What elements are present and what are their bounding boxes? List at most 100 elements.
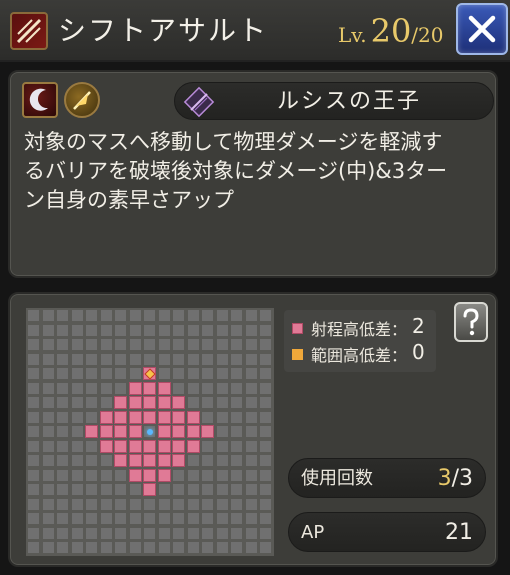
range-cell bbox=[57, 368, 68, 379]
range-cell bbox=[245, 440, 257, 452]
legend-value: 2 bbox=[412, 314, 425, 338]
range-cell bbox=[28, 411, 39, 423]
range-cell bbox=[173, 324, 184, 336]
range-cell bbox=[216, 339, 228, 350]
range-cell bbox=[86, 440, 97, 452]
close-button[interactable] bbox=[456, 3, 508, 55]
range-cell bbox=[42, 411, 54, 423]
range-cell bbox=[202, 484, 213, 495]
range-cell-target bbox=[186, 410, 200, 424]
range-cell bbox=[158, 353, 170, 365]
range-cell bbox=[86, 353, 97, 365]
range-cell bbox=[71, 339, 83, 350]
range-cell bbox=[28, 426, 39, 437]
range-cell bbox=[115, 310, 126, 321]
range-cell bbox=[231, 368, 242, 379]
range-cell bbox=[86, 368, 97, 379]
range-cell-target bbox=[172, 410, 185, 424]
range-cell bbox=[202, 368, 213, 379]
range-cell bbox=[42, 310, 54, 321]
range-cell bbox=[231, 498, 242, 510]
range-cell bbox=[28, 440, 39, 452]
range-cell bbox=[158, 484, 170, 495]
range-cell bbox=[115, 527, 126, 539]
use-count-separator: / bbox=[451, 466, 459, 491]
range-cell bbox=[231, 440, 242, 452]
range-cell bbox=[231, 310, 242, 321]
level-label: Lv. bbox=[338, 23, 367, 47]
range-cell bbox=[57, 542, 68, 553]
range-cell bbox=[260, 339, 271, 350]
range-cell bbox=[202, 455, 213, 466]
range-cell bbox=[173, 353, 184, 365]
range-cell-target bbox=[157, 425, 171, 438]
range-cell bbox=[173, 484, 184, 495]
range-cell-target bbox=[143, 396, 156, 409]
range-cell bbox=[260, 353, 271, 365]
skill-name: シフトアサルト bbox=[58, 14, 269, 47]
range-cell bbox=[57, 498, 68, 510]
range-cell bbox=[216, 310, 228, 321]
range-cell bbox=[129, 353, 141, 365]
use-count-value: 3/3 bbox=[438, 459, 473, 499]
range-cell bbox=[115, 498, 126, 510]
range-cell bbox=[100, 455, 112, 466]
range-cell bbox=[71, 513, 83, 524]
range-cell bbox=[71, 440, 83, 452]
range-cell-target bbox=[143, 381, 156, 395]
range-cell bbox=[57, 382, 68, 394]
range-cell bbox=[245, 397, 257, 408]
range-cell bbox=[260, 527, 271, 539]
range-cell bbox=[202, 339, 213, 350]
range-cell bbox=[187, 498, 199, 510]
range-cell bbox=[173, 382, 184, 394]
range-cell-target bbox=[172, 396, 185, 409]
range-cell bbox=[260, 368, 271, 379]
range-cell bbox=[115, 469, 126, 481]
range-cell bbox=[216, 426, 228, 437]
range-cell-target bbox=[114, 439, 127, 453]
range-cell bbox=[158, 368, 170, 379]
use-count-box: 使用回数 3/3 bbox=[288, 458, 486, 498]
range-cell-target bbox=[172, 439, 185, 453]
range-cell bbox=[158, 527, 170, 539]
range-cell bbox=[28, 368, 39, 379]
range-cell bbox=[86, 498, 97, 510]
range-cell bbox=[115, 324, 126, 336]
range-cell bbox=[187, 368, 199, 379]
range-grid bbox=[26, 308, 274, 556]
range-cell bbox=[202, 310, 213, 321]
description-line: ン自身の素早さアップ bbox=[24, 188, 234, 212]
range-cell bbox=[100, 542, 112, 553]
range-cell bbox=[115, 382, 126, 394]
range-cell bbox=[216, 513, 228, 524]
range-cell bbox=[28, 353, 39, 365]
range-cell bbox=[57, 310, 68, 321]
range-cell bbox=[71, 426, 83, 437]
legend-value: 0 bbox=[412, 340, 425, 364]
close-icon bbox=[468, 15, 496, 43]
range-cell bbox=[71, 411, 83, 423]
range-cell bbox=[57, 426, 68, 437]
range-cell-target bbox=[128, 410, 142, 424]
use-count-label: 使用回数 bbox=[301, 468, 373, 489]
range-cell-target bbox=[114, 454, 127, 467]
range-cell bbox=[216, 411, 228, 423]
range-cell bbox=[115, 339, 126, 350]
range-cell-target bbox=[114, 425, 127, 438]
range-cell bbox=[42, 368, 54, 379]
range-cell bbox=[100, 498, 112, 510]
range-cell bbox=[187, 469, 199, 481]
range-cell bbox=[71, 324, 83, 336]
range-cell bbox=[71, 542, 83, 553]
range-cell bbox=[173, 513, 184, 524]
range-cell bbox=[86, 527, 97, 539]
range-cell bbox=[57, 324, 68, 336]
range-cell bbox=[231, 353, 242, 365]
range-cell bbox=[57, 411, 68, 423]
range-cell-target bbox=[143, 454, 156, 467]
range-cell bbox=[71, 484, 83, 495]
help-button[interactable] bbox=[454, 302, 488, 342]
slash-attack-icon bbox=[10, 12, 48, 50]
range-cell bbox=[260, 310, 271, 321]
